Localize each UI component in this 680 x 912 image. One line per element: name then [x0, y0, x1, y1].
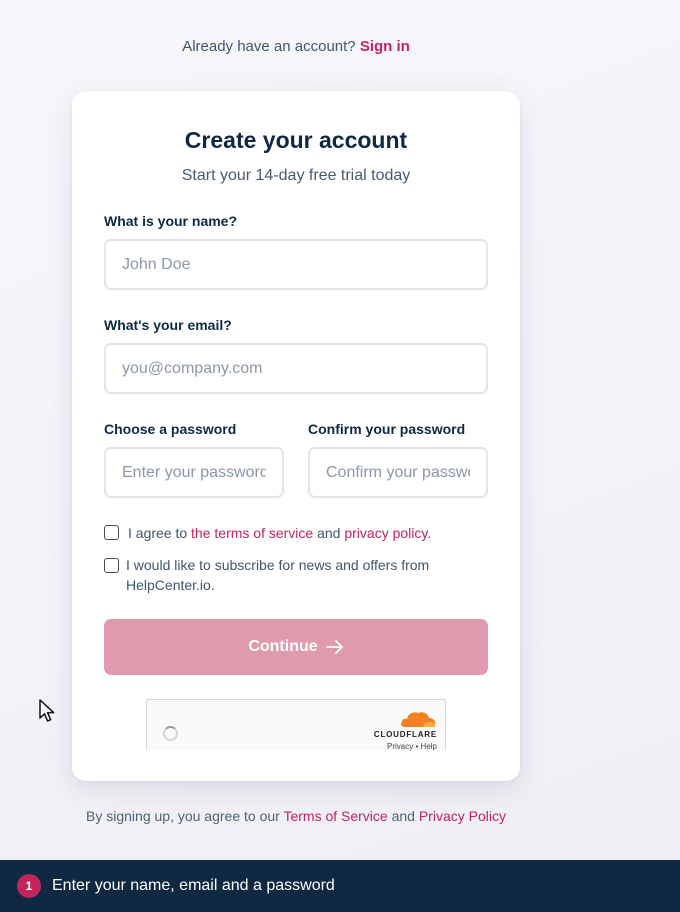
privacy-policy-link[interactable]: privacy policy — [344, 525, 427, 541]
terms-text: I agree to the terms of service and priv… — [128, 523, 431, 543]
captcha-links: Privacy • Help — [387, 742, 437, 751]
cloudflare-brand: CLOUDFLARE — [373, 730, 437, 739]
password-input[interactable] — [104, 447, 284, 498]
arrow-right-icon — [325, 640, 343, 654]
step-number-badge: 1 — [17, 874, 41, 898]
newsletter-checkbox[interactable] — [104, 558, 119, 573]
email-input[interactable] — [104, 343, 488, 394]
sign-in-link[interactable]: Sign in — [360, 38, 410, 55]
signup-disclaimer: By signing up, you agree to our Terms of… — [0, 808, 592, 824]
terms-suffix: . — [427, 525, 432, 541]
password-label: Choose a password — [104, 421, 237, 437]
disclaimer-prefix: By signing up, you agree to our — [86, 808, 280, 824]
newsletter-text: I would like to subscribe for news and o… — [126, 555, 429, 595]
captcha-privacy-link[interactable]: Privacy — [387, 742, 413, 751]
confirm-password-input[interactable] — [308, 447, 488, 498]
step-instruction: Enter your name, email and a password — [52, 877, 335, 894]
disclaimer-and: and — [391, 808, 415, 824]
terms-of-service-link[interactable]: the terms of service — [191, 525, 313, 541]
footer-privacy-link[interactable]: Privacy Policy — [419, 808, 506, 824]
terms-and: and — [317, 525, 341, 541]
terms-checkbox[interactable] — [104, 525, 119, 540]
sign-in-prompt: Already have an account? Sign in — [0, 38, 592, 55]
newsletter-line-2: HelpCenter.io. — [126, 577, 215, 593]
mouse-pointer-icon — [39, 699, 55, 722]
onboarding-step-bar: 1 Enter your name, email and a password — [0, 860, 680, 912]
page-title: Create your account — [184, 127, 408, 153]
cloudflare-cloud-icon — [401, 712, 436, 727]
continue-button[interactable]: Continue — [104, 619, 488, 675]
continue-label: Continue — [248, 638, 318, 655]
page-subtitle: Start your 14-day free trial today — [181, 167, 411, 184]
email-label: What's your email? — [104, 317, 232, 333]
sign-in-prompt-text: Already have an account? — [182, 38, 356, 55]
signup-card: Create your account Start your 14-day fr… — [72, 91, 520, 781]
loading-spinner-icon — [163, 726, 178, 741]
footer-terms-link[interactable]: Terms of Service — [283, 808, 387, 824]
captcha-separator: • — [415, 742, 419, 751]
name-label: What is your name? — [104, 213, 238, 229]
cloudflare-captcha[interactable]: CLOUDFLARE Privacy • Help — [146, 699, 446, 751]
name-input[interactable] — [104, 239, 488, 290]
captcha-help-link[interactable]: Help — [421, 742, 437, 751]
terms-prefix: I agree to — [128, 525, 188, 541]
newsletter-line-1: I would like to subscribe for news and o… — [126, 557, 430, 573]
confirm-password-label: Confirm your password — [308, 421, 466, 437]
